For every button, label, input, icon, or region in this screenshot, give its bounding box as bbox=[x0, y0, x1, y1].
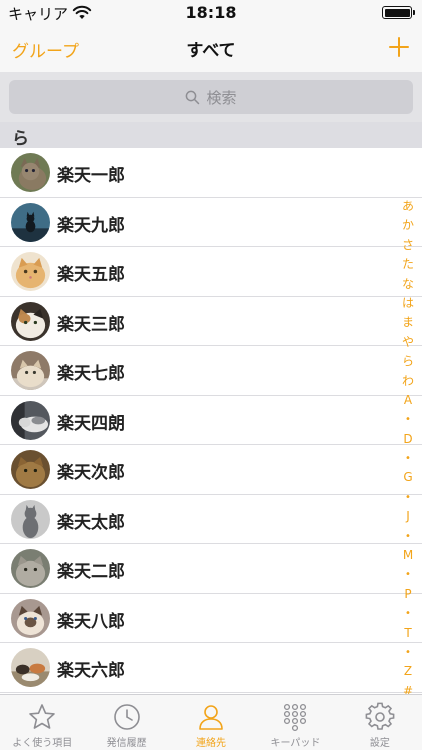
tab-label: よく使う項目 bbox=[12, 738, 73, 749]
index-letter[interactable]: な bbox=[402, 275, 414, 294]
contact-name: 楽天太郎 bbox=[57, 512, 125, 533]
tab-label: 設定 bbox=[369, 738, 390, 749]
cat-photo-gray-icon bbox=[11, 499, 50, 539]
index-letter[interactable]: • bbox=[405, 488, 411, 507]
index-letter[interactable]: D bbox=[403, 430, 412, 449]
contact-name: 楽天二郎 bbox=[57, 562, 125, 582]
contact-row[interactable]: 楽天二郎 bbox=[0, 544, 422, 594]
keypad-icon bbox=[284, 703, 307, 732]
contact-name: 楽天八郎 bbox=[57, 611, 125, 632]
avatar bbox=[11, 648, 50, 687]
tab-label: キーパッド bbox=[270, 738, 321, 749]
contact-row[interactable]: 楽天六郎 bbox=[0, 643, 422, 693]
tab-favorites[interactable]: よく使う項目 bbox=[0, 695, 84, 750]
index-letter[interactable]: • bbox=[405, 604, 411, 623]
contact-row[interactable]: 楽天九郎 bbox=[0, 198, 422, 247]
cat-photo-siamese-icon bbox=[11, 598, 50, 638]
index-letter[interactable]: M bbox=[403, 546, 413, 565]
clock-time: 18:18 bbox=[185, 3, 237, 22]
avatar bbox=[11, 499, 50, 539]
battery-icon bbox=[382, 6, 415, 19]
contact-name: 楽天一郎 bbox=[57, 166, 125, 186]
avatar bbox=[11, 400, 50, 440]
index-letter[interactable]: P bbox=[404, 585, 411, 604]
search-input[interactable]: 検索 bbox=[9, 80, 413, 114]
index-letter[interactable]: か bbox=[402, 216, 414, 235]
contact-name: 楽天次郎 bbox=[57, 463, 125, 483]
cat-photo-silhouette-icon bbox=[11, 202, 50, 242]
section-header-label: ら bbox=[12, 129, 29, 149]
tab-contacts[interactable]: 連絡先 bbox=[169, 695, 253, 750]
status-bar: キャリア 18:18 bbox=[0, 0, 422, 26]
index-letter[interactable]: や bbox=[402, 333, 414, 352]
avatar bbox=[11, 301, 50, 341]
index-letter[interactable]: は bbox=[402, 294, 414, 313]
contact-name: 楽天四朗 bbox=[57, 413, 125, 434]
person-icon bbox=[199, 705, 223, 730]
cat-photo-calico-icon bbox=[11, 301, 50, 341]
index-letter[interactable]: • bbox=[405, 527, 411, 546]
cat-photo-tabby-icon bbox=[11, 153, 50, 192]
contact-row[interactable]: 楽天次郎 bbox=[0, 445, 422, 495]
tab-label: 連絡先 bbox=[196, 738, 227, 749]
search-area: 検索 bbox=[0, 72, 422, 122]
index-letter[interactable]: た bbox=[402, 255, 414, 274]
avatar bbox=[11, 202, 50, 242]
contact-row[interactable]: 楽天一郎 bbox=[0, 148, 422, 198]
index-letter[interactable]: ら bbox=[402, 352, 414, 371]
avatar bbox=[11, 450, 50, 489]
contact-name: 楽天七郎 bbox=[57, 364, 125, 384]
contact-row[interactable]: 楽天八郎 bbox=[0, 594, 422, 643]
tab-label: 発信履歴 bbox=[106, 738, 147, 749]
index-letter[interactable]: G bbox=[403, 468, 412, 487]
index-letter[interactable]: ま bbox=[402, 313, 414, 332]
index-letter[interactable]: J bbox=[406, 507, 410, 526]
avatar bbox=[11, 549, 50, 588]
index-letter[interactable]: • bbox=[405, 449, 411, 468]
tab-keypad[interactable]: キーパッド bbox=[253, 695, 337, 750]
contact-name: 楽天三郎 bbox=[57, 314, 125, 335]
search-placeholder: 検索 bbox=[206, 88, 237, 107]
avatar bbox=[11, 153, 50, 192]
search-icon bbox=[186, 90, 200, 104]
avatar bbox=[11, 351, 50, 390]
cat-photo-sleeping-icon bbox=[11, 400, 50, 440]
cat-photo-group-icon bbox=[11, 648, 50, 687]
index-letter[interactable]: わ bbox=[402, 372, 414, 391]
avatar bbox=[11, 252, 50, 291]
cat-photo-cream-icon bbox=[11, 351, 50, 390]
index-letter[interactable]: • bbox=[405, 565, 411, 584]
section-index[interactable]: あかさたなはまやらわ A • D • G • J • M • P • T • Z # bbox=[399, 197, 417, 701]
contact-row[interactable]: 楽天五郎 bbox=[0, 247, 422, 297]
avatar bbox=[11, 598, 50, 638]
index-letter[interactable]: T bbox=[404, 624, 411, 643]
star-icon bbox=[29, 704, 56, 729]
index-letter[interactable]: さ bbox=[402, 236, 414, 255]
gear-icon bbox=[365, 702, 395, 730]
tab-bar: よく使う項目 発信履歴 連絡先 キーパッド 設定 bbox=[0, 694, 422, 750]
cat-photo-tabby-gray-icon bbox=[11, 549, 50, 588]
cat-photo-orange-icon bbox=[11, 252, 50, 291]
cat-photo-brown-icon bbox=[11, 450, 50, 489]
contact-name: 楽天九郎 bbox=[57, 215, 125, 236]
index-letter[interactable]: • bbox=[405, 410, 411, 429]
index-letter[interactable]: Z bbox=[404, 662, 412, 681]
contact-row[interactable]: 楽天七郎 bbox=[0, 346, 422, 396]
groups-button[interactable]: グループ bbox=[12, 37, 79, 62]
index-letter[interactable]: • bbox=[405, 643, 411, 662]
contact-name: 楽天六郎 bbox=[57, 661, 125, 681]
contact-row[interactable]: 楽天四朗 bbox=[0, 396, 422, 445]
tab-recents[interactable]: 発信履歴 bbox=[84, 695, 168, 750]
contact-row[interactable]: 楽天三郎 bbox=[0, 297, 422, 346]
index-letter[interactable]: あ bbox=[402, 197, 414, 216]
contact-name: 楽天五郎 bbox=[57, 265, 125, 285]
tab-settings[interactable]: 設定 bbox=[338, 695, 422, 750]
index-letter[interactable]: A bbox=[404, 391, 412, 410]
clock-icon bbox=[113, 704, 140, 730]
contact-list: 楽天一郎 楽天九郎 楽天五郎 楽天三郎 楽天七郎 楽天四朗 楽天次郎 楽天太郎 … bbox=[0, 148, 422, 693]
navigation-bar: グループ すべて bbox=[0, 26, 422, 72]
add-contact-button[interactable] bbox=[386, 34, 412, 60]
contact-row[interactable]: 楽天太郎 bbox=[0, 495, 422, 544]
section-header: ら bbox=[0, 122, 422, 149]
